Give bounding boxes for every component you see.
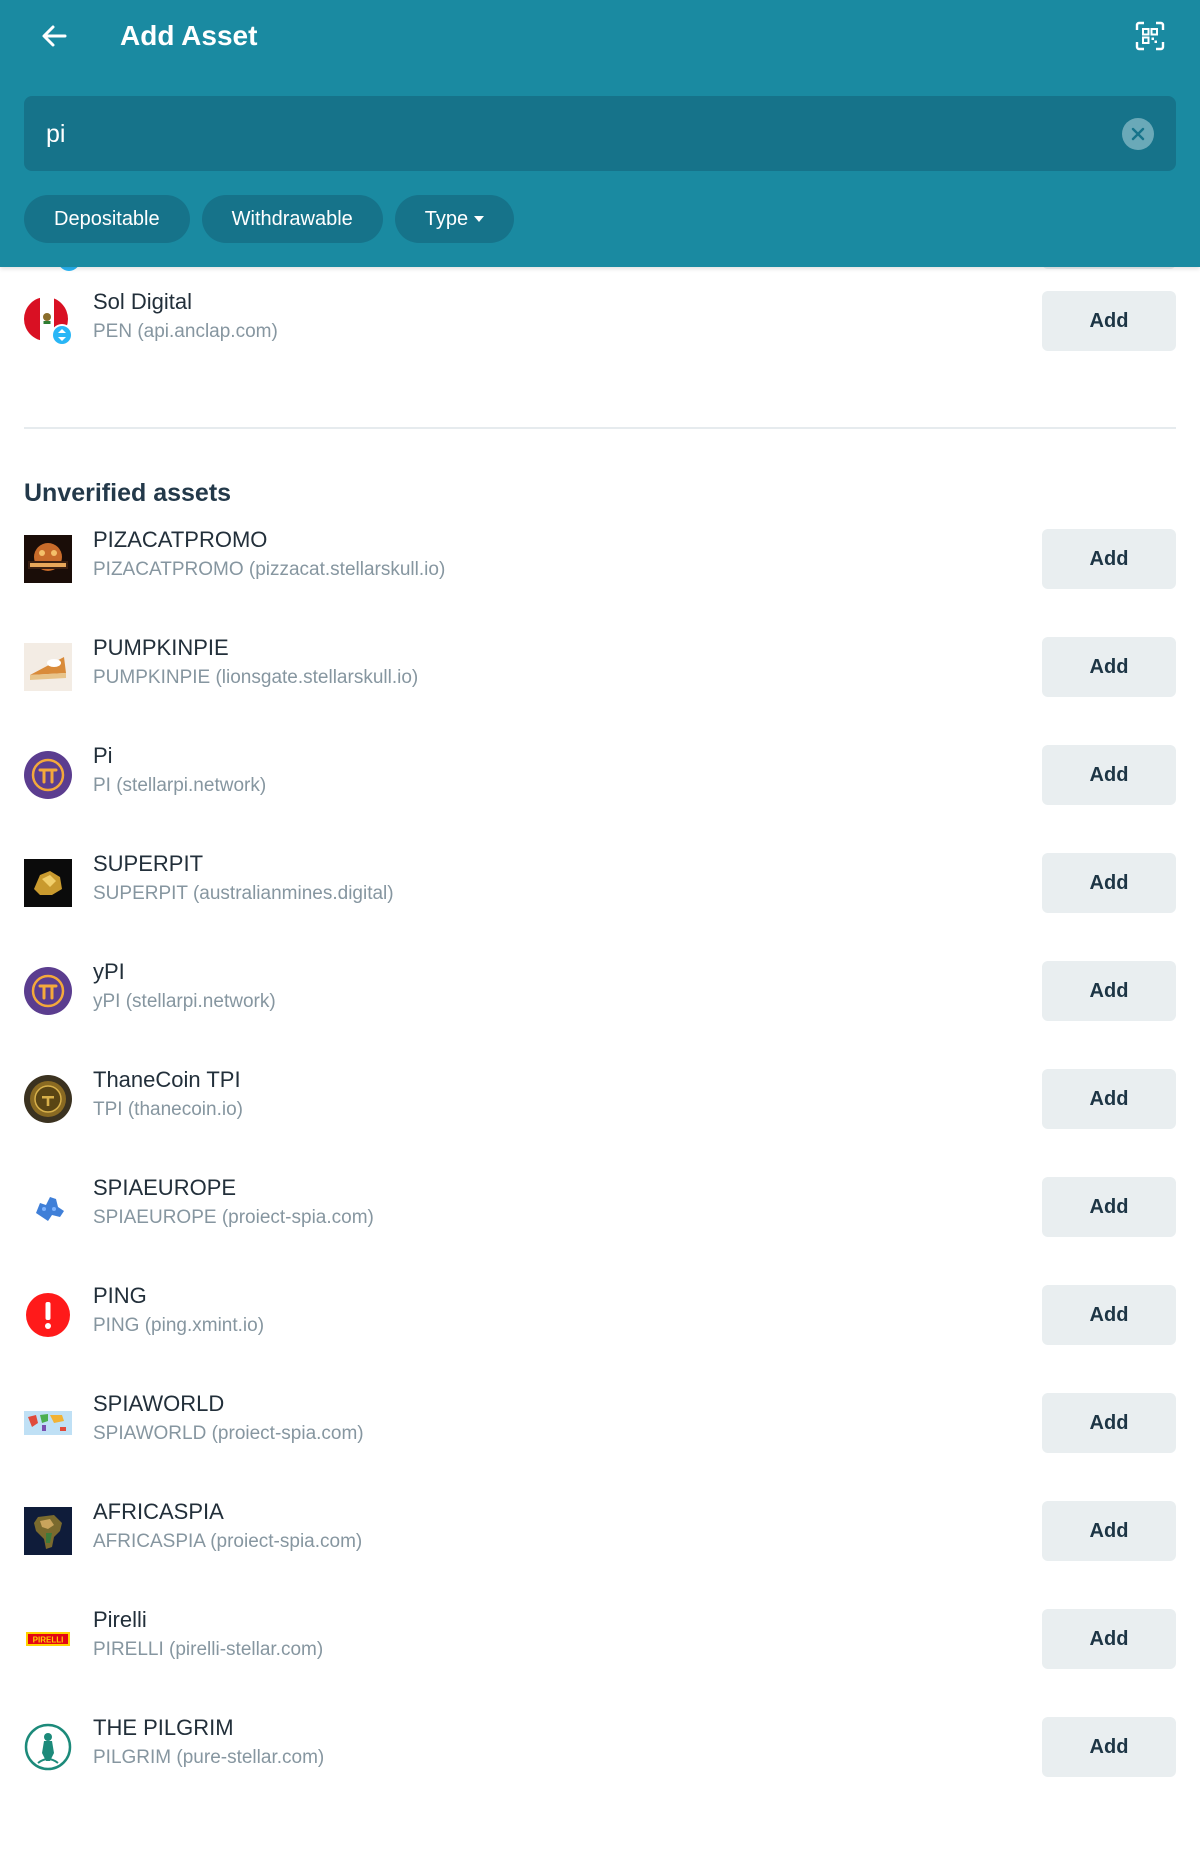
add-button[interactable]: Add xyxy=(1042,1609,1176,1669)
pizzacat-promo-icon xyxy=(24,535,72,583)
world-map-icon xyxy=(24,1399,72,1447)
list-item: PUMPKINPIE PUMPKINPIE (lionsgate.stellar… xyxy=(0,613,1200,721)
add-button[interactable]: Add xyxy=(1042,745,1176,805)
asset-code-domain: SPIAEUROPE (proiect-spia.com) xyxy=(93,1207,374,1228)
asset-code-domain: PIRELLI (pirelli-stellar.com) xyxy=(93,1639,324,1660)
asset-name: Pirelli xyxy=(93,1607,147,1632)
pi-coin-icon xyxy=(24,967,72,1015)
asset-name: SPIAEUROPE xyxy=(93,1175,237,1200)
add-button[interactable]: Add xyxy=(1042,853,1176,913)
asset-name: ThaneCoin TPI xyxy=(93,1067,241,1092)
clear-circle-icon xyxy=(1131,127,1145,141)
list-item: yPI yPI (stellarpi.network) Add xyxy=(0,937,1200,1045)
add-button[interactable]: Add xyxy=(1042,961,1176,1021)
asset-code-domain: TPI (thanecoin.io) xyxy=(93,1099,243,1120)
peru-flag-icon xyxy=(24,297,72,345)
svg-text:PIRELLI: PIRELLI xyxy=(33,1636,64,1645)
search-field xyxy=(24,96,1176,173)
qr-scan-icon xyxy=(1135,21,1165,51)
asset-name: SUPERPIT xyxy=(93,851,204,876)
add-button[interactable]: Add xyxy=(1042,291,1176,351)
list-item: SUPERPIT SUPERPIT (australianmines.digit… xyxy=(0,829,1200,937)
asset-code-domain: PILGRIM (pure-stellar.com) xyxy=(93,1747,325,1768)
filter-depositable[interactable]: Depositable xyxy=(24,195,190,243)
add-button[interactable]: Add xyxy=(1042,1501,1176,1561)
asset-name: PIZACATPROMO xyxy=(93,527,268,552)
filter-withdrawable[interactable]: Withdrawable xyxy=(201,195,383,243)
qr-scan-button[interactable] xyxy=(1130,16,1170,56)
add-button[interactable]: Add xyxy=(1042,1393,1176,1453)
africa-map-icon xyxy=(24,1507,72,1555)
list-item: PIRELLI Pirelli PIRELLI (pirelli-stellar… xyxy=(0,1585,1200,1693)
pilgrim-icon xyxy=(24,1723,72,1771)
add-button[interactable]: Add xyxy=(1042,637,1176,697)
asset-code-domain: PI (stellarpi.network) xyxy=(93,775,267,796)
filter-chips: Depositable Withdrawable Type xyxy=(24,195,515,243)
list-item: THE PILGRIM PILGRIM (pure-stellar.com) A… xyxy=(0,1693,1200,1801)
thanecoin-icon xyxy=(24,1075,72,1123)
chip-label: Withdrawable xyxy=(231,207,353,230)
clear-search-button[interactable] xyxy=(1122,118,1154,150)
list-item: SPIAWORLD SPIAWORLD (proiect-spia.com) A… xyxy=(0,1369,1200,1477)
asset-name: PING xyxy=(93,1283,147,1308)
list-item: AFRICASPIA AFRICASPIA (proiect-spia.com)… xyxy=(0,1477,1200,1585)
app-header: Add Asset Depositable Withdrawable Type xyxy=(0,0,1200,267)
add-button[interactable]: Add xyxy=(1042,1717,1176,1777)
list-item: PIZACATPROMO PIZACATPROMO (pizzacat.stel… xyxy=(0,505,1200,613)
pirelli-logo-icon: PIRELLI xyxy=(24,1615,72,1663)
list-item: SPIAEUROPE SPIAEUROPE (proiect-spia.com)… xyxy=(0,1153,1200,1261)
list-item: PING PING (ping.xmint.io) Add xyxy=(0,1261,1200,1369)
asset-name: Pi xyxy=(93,743,113,768)
list-item: ThaneCoin TPI TPI (thanecoin.io) Add xyxy=(0,1045,1200,1153)
add-button[interactable]: Add xyxy=(1042,1069,1176,1129)
asset-code-domain: AFRICASPIA (proiect-spia.com) xyxy=(93,1531,363,1552)
asset-name: yPI xyxy=(93,959,125,984)
add-button[interactable]: Add xyxy=(1042,529,1176,589)
asset-code-domain: SUPERPIT (australianmines.digital) xyxy=(93,883,394,904)
add-button[interactable]: Add xyxy=(1042,1285,1176,1345)
europe-map-icon xyxy=(24,1183,72,1231)
back-button[interactable] xyxy=(34,16,74,56)
asset-name: SPIAWORLD xyxy=(93,1391,225,1416)
search-input[interactable] xyxy=(44,96,1108,173)
asset-code-domain: SPIAWORLD (proiect-spia.com) xyxy=(93,1423,364,1444)
asset-name: AFRICASPIA xyxy=(93,1499,224,1524)
asset-code-domain: PEN (api.anclap.com) xyxy=(93,321,278,342)
pi-coin-icon xyxy=(24,751,72,799)
asset-code-domain: yPI (stellarpi.network) xyxy=(93,991,276,1012)
filter-type[interactable]: Type xyxy=(394,195,515,243)
add-button[interactable]: Add xyxy=(1042,1177,1176,1237)
asset-list[interactable]: Sol Digital PEN (api.anclap.com) Add Unv… xyxy=(0,267,1200,1856)
caret-down-icon xyxy=(474,216,485,222)
list-item: Pi PI (stellarpi.network) Add xyxy=(0,721,1200,829)
asset-name: THE PILGRIM xyxy=(93,1715,234,1740)
pumpkin-pie-icon xyxy=(24,643,72,691)
section-divider xyxy=(24,427,1176,429)
asset-code-domain: PING (ping.xmint.io) xyxy=(93,1315,265,1336)
chip-label: Type xyxy=(424,207,469,230)
asset-code-domain: PIZACATPROMO (pizzacat.stellarskull.io) xyxy=(93,559,446,580)
asset-name: Sol Digital xyxy=(93,289,193,314)
chip-label: Depositable xyxy=(54,207,160,230)
exclamation-icon xyxy=(24,1291,72,1339)
gold-nugget-icon xyxy=(24,859,72,907)
asset-code-domain: PUMPKINPIE (lionsgate.stellarskull.io) xyxy=(93,667,419,688)
list-item: Sol Digital PEN (api.anclap.com) Add xyxy=(0,267,1200,375)
arrow-left-icon xyxy=(42,25,67,47)
section-title: Unverified assets xyxy=(24,479,232,507)
page-title: Add Asset xyxy=(120,20,258,51)
asset-name: PUMPKINPIE xyxy=(93,635,229,660)
